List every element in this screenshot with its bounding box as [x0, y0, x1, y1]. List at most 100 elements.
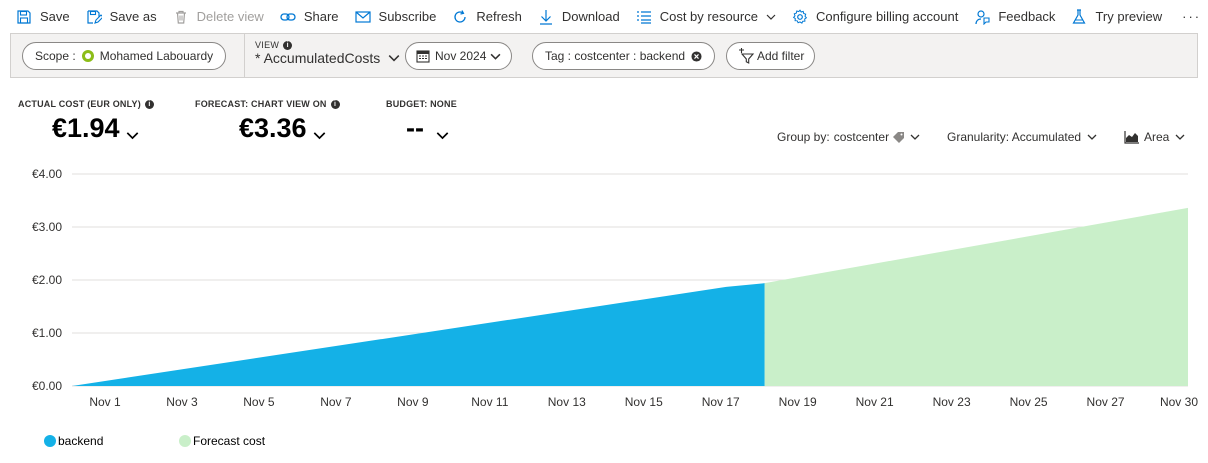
add-filter-button[interactable]: Add filter: [726, 42, 816, 70]
command-bar: Save Save as Delete view Share Subscribe…: [0, 0, 1208, 33]
x-tick-label: Nov 9: [397, 395, 429, 409]
trash-icon: [175, 10, 186, 24]
y-tick-label: €0.00: [32, 379, 62, 393]
refresh-button[interactable]: Refresh: [452, 9, 522, 25]
x-tick-label: Nov 5: [243, 395, 275, 409]
actual-cost-dropdown[interactable]: €1.94: [52, 113, 154, 144]
list-icon: [636, 10, 651, 24]
share-label: Share: [303, 9, 339, 24]
budget-kpi: BUDGET: NONE --: [386, 99, 457, 144]
delete-view-button[interactable]: Delete view: [173, 9, 264, 25]
info-icon[interactable]: i: [144, 99, 154, 109]
x-tick-label: Nov 27: [1087, 395, 1125, 409]
x-axis: Nov 1 Nov 3 Nov 5 Nov 7 Nov 9 Nov 11 Nov 13 Nov…: [89, 395, 1198, 409]
forecast-dropdown[interactable]: €3.36: [239, 113, 340, 144]
date-picker[interactable]: Nov 2024: [405, 42, 513, 70]
save-as-icon: [87, 9, 102, 24]
save-as-button[interactable]: Save as: [86, 9, 157, 25]
granularity-dropdown[interactable]: Granularity: Accumulated: [947, 130, 1097, 144]
close-circle-icon[interactable]: [691, 50, 702, 62]
chevron-down-icon: [436, 132, 449, 140]
legend-swatch: [44, 435, 56, 447]
scope-pill[interactable]: Scope : Mohamed Labouardy: [22, 42, 227, 70]
group-by-dropdown[interactable]: Group by: costcenter: [777, 130, 920, 144]
budget-dropdown[interactable]: --: [406, 113, 457, 144]
more-options-button[interactable]: ···: [1182, 9, 1201, 24]
feedback-button[interactable]: Feedback: [974, 9, 1055, 25]
cost-by-resource-dropdown[interactable]: Cost by resource: [636, 9, 776, 25]
x-tick-label: Nov 11: [471, 395, 508, 409]
x-tick-label: Nov 21: [856, 395, 894, 409]
budget-value: --: [406, 113, 424, 143]
group-by-value: costcenter: [833, 130, 890, 144]
try-preview-button[interactable]: Try preview: [1071, 8, 1163, 25]
chart-type-label: Area: [1144, 130, 1170, 144]
view-name-dropdown[interactable]: * AccumulatedCosts: [255, 50, 400, 66]
save-as-label: Save as: [109, 9, 157, 24]
add-filter-icon: [739, 48, 755, 64]
link-icon: [280, 12, 296, 21]
configure-billing-label: Configure billing account: [815, 9, 959, 24]
actual-cost-kpi: ACTUAL COST (EUR ONLY) i €1.94: [18, 99, 154, 144]
info-icon[interactable]: i: [283, 40, 293, 50]
download-button[interactable]: Download: [538, 9, 620, 25]
download-label: Download: [561, 9, 620, 24]
view-name: * AccumulatedCosts: [255, 50, 381, 66]
subscribe-button[interactable]: Subscribe: [354, 9, 436, 25]
y-tick-label: €2.00: [32, 273, 62, 287]
area-backend[interactable]: [72, 283, 765, 386]
add-filter-label: Add filter: [757, 49, 805, 63]
chart-areas: [72, 207, 1188, 386]
share-button[interactable]: Share: [280, 9, 339, 25]
area-chart-icon: [1124, 131, 1139, 144]
filter-bar: Scope : Mohamed Labouardy VIEW i * Accum…: [10, 33, 1198, 78]
chevron-down-icon: [490, 53, 501, 60]
cost-area-chart: €0.00€1.00€2.00€3.00€4.00 Nov 1 Nov 3 Nov …: [32, 167, 1198, 409]
y-tick-label: €3.00: [32, 220, 62, 234]
chevron-down-icon: [910, 134, 920, 140]
view-selector: VIEW i * AccumulatedCosts: [244, 34, 400, 77]
actual-cost-caption: ACTUAL COST (EUR ONLY): [18, 99, 141, 109]
forecast-caption: FORECAST: CHART VIEW ON: [195, 99, 327, 109]
try-preview-label: Try preview: [1095, 9, 1163, 24]
gear-icon: [792, 8, 808, 24]
chevron-down-icon: [126, 132, 138, 140]
x-tick-label: Nov 30: [1160, 395, 1198, 409]
flask-icon: [1072, 8, 1086, 24]
cost-by-resource-label: Cost by resource: [659, 9, 758, 24]
forecast-value: €3.36: [239, 113, 307, 143]
x-tick-label: Nov 13: [548, 395, 586, 409]
area-forecast-cost[interactable]: [764, 207, 1188, 386]
actual-cost-value: €1.94: [52, 113, 120, 143]
x-tick-label: Nov 3: [166, 395, 198, 409]
feedback-icon: [975, 9, 990, 25]
tag-filter-pill[interactable]: Tag : costcenter : backend: [532, 42, 716, 70]
x-tick-label: Nov 1: [89, 395, 121, 409]
legend-item-forecast[interactable]: Forecast cost: [179, 434, 265, 448]
save-button[interactable]: Save: [16, 9, 70, 25]
feedback-label: Feedback: [998, 9, 1056, 24]
x-tick-label: Nov 7: [320, 395, 352, 409]
budget-caption: BUDGET: NONE: [386, 99, 457, 109]
x-tick-label: Nov 25: [1010, 395, 1048, 409]
refresh-icon: [454, 9, 466, 23]
chevron-down-icon: [766, 14, 776, 20]
y-tick-label: €1.00: [32, 326, 62, 340]
chart-type-dropdown[interactable]: Area: [1124, 130, 1185, 144]
delete-view-label: Delete view: [196, 9, 264, 24]
y-tick-label: €4.00: [32, 167, 62, 181]
legend-item-backend[interactable]: backend: [44, 434, 103, 448]
configure-billing-button[interactable]: Configure billing account: [792, 8, 959, 25]
legend-label: backend: [58, 434, 104, 448]
chevron-down-icon: [313, 132, 325, 140]
refresh-label: Refresh: [476, 9, 522, 24]
chevron-down-icon: [1175, 134, 1185, 140]
tag-filter-label: Tag : costcenter : backend: [545, 49, 686, 63]
forecast-kpi: FORECAST: CHART VIEW ON i €3.36: [195, 99, 340, 144]
chevron-down-icon: [388, 55, 400, 62]
save-label: Save: [40, 9, 70, 24]
legend-swatch: [179, 435, 191, 447]
chevron-down-icon: [1087, 134, 1097, 140]
info-icon[interactable]: i: [330, 99, 340, 109]
granularity-label: Granularity: Accumulated: [947, 130, 1082, 144]
